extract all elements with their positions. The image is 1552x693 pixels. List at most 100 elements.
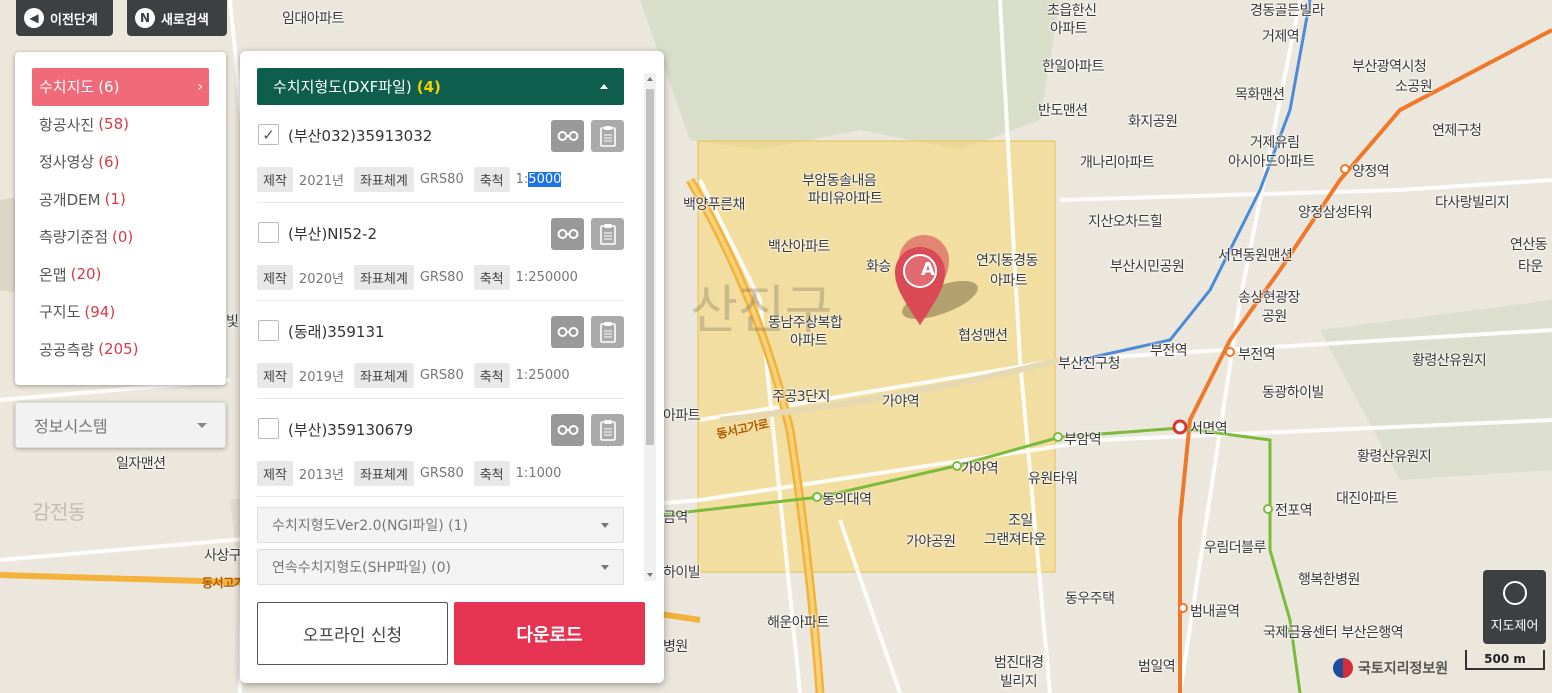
map-control-label: 지도제어 — [1490, 618, 1539, 634]
map-label: 아시아드아파트 — [1228, 154, 1315, 170]
map-label: 사상구 — [204, 548, 242, 564]
category-name: 항공사진 — [39, 115, 95, 134]
category-item-public-dem[interactable]: 공개DEM (1) — [32, 181, 209, 219]
category-item-control-point[interactable]: 측량기준점 (0) — [32, 218, 209, 256]
map-label: 범내골역 — [1190, 604, 1240, 620]
made-tag: 제작 — [257, 265, 293, 290]
category-item-public-survey[interactable]: 공공측량 (205) — [32, 331, 209, 369]
map-label: 하이빌 — [663, 565, 701, 581]
coord-value: GRS80 — [419, 172, 464, 187]
category-item-old-map[interactable]: 구지도 (94) — [32, 293, 209, 331]
category-item-aerial-photo[interactable]: 항공사진 (58) — [32, 106, 209, 144]
map-label: 거제유림 — [1250, 135, 1300, 151]
map-label: 부암동솔내음 — [802, 173, 877, 189]
district-label: 산진구 — [690, 281, 833, 341]
category-name: 공공측량 — [39, 340, 95, 359]
accordion-dxf-header[interactable]: 수치지형도(DXF파일) (4) — [257, 68, 624, 105]
detail-scroll-area[interactable]: 수치지형도(DXF파일) (4) ✓ (부산032)35913032 제작 202… — [257, 68, 624, 634]
coord-tag: 좌표체계 — [353, 363, 414, 388]
info-button[interactable] — [591, 218, 624, 250]
map-label: 해운아파트 — [767, 615, 829, 631]
coord-tag: 좌표체계 — [353, 265, 414, 290]
preview-button[interactable] — [551, 218, 584, 250]
map-entry: ✓ (부산032)35913032 제작 2021년 좌표체계 GRS80 축척 1:… — [257, 105, 624, 203]
info-button[interactable] — [591, 316, 624, 348]
map-label: 부산시민공원 — [1110, 259, 1185, 275]
made-year: 2013년 — [298, 468, 344, 483]
scrollbar-thumb[interactable] — [646, 89, 654, 445]
entry-checkbox[interactable] — [258, 418, 279, 439]
map-label: 빌리지 — [1000, 674, 1038, 690]
new-search-icon: N — [135, 8, 155, 28]
entry-checkbox[interactable] — [258, 320, 279, 341]
category-count: (1) — [104, 190, 126, 209]
prev-step-button[interactable]: ◀ 이전단계 — [16, 0, 113, 36]
entry-checkbox[interactable]: ✓ — [258, 124, 279, 145]
category-count: (205) — [98, 340, 139, 359]
scale-value: 1:1000 — [515, 466, 562, 481]
category-count: (20) — [70, 265, 102, 284]
new-search-button[interactable]: N 새로검색 — [127, 0, 227, 36]
info-button[interactable] — [591, 120, 624, 152]
map-label: 아파트 — [663, 408, 701, 424]
made-tag: 제작 — [257, 363, 293, 388]
map-label: 아파트 — [990, 273, 1028, 289]
info-system-select[interactable]: 정보시스템 — [15, 402, 226, 448]
map-label: 동우주택 — [1065, 591, 1115, 607]
preview-button[interactable] — [551, 414, 584, 446]
map-label: 부산광역시청 — [1352, 59, 1427, 75]
scroll-up-icon[interactable] — [647, 77, 653, 81]
map-label: 반도맨션 — [1038, 103, 1088, 119]
map-label: 가야역 — [882, 394, 920, 410]
made-year: 2021년 — [298, 174, 344, 189]
entry-name: (부산)359130679 — [288, 421, 414, 439]
chevron-right-icon: › — [197, 78, 203, 95]
preview-button[interactable] — [551, 316, 584, 348]
category-item-digital-map[interactable]: 수치지도 (6) › — [32, 68, 209, 106]
caret-down-icon — [197, 422, 207, 428]
entry-checkbox[interactable] — [258, 222, 279, 243]
detail-scrollbar[interactable] — [644, 73, 656, 581]
map-label: 공원 — [1262, 309, 1287, 325]
new-search-label: 새로검색 — [161, 12, 209, 28]
category-item-ortho-image[interactable]: 정사영상 (6) — [32, 143, 209, 181]
map-entry: (동래)359131 제작 2019년 좌표체계 GRS80 축척 1:25000 — [257, 301, 624, 399]
map-label: 백산아파트 — [768, 239, 830, 255]
info-button[interactable] — [591, 414, 624, 446]
map-label: 일자맨션 — [116, 456, 166, 472]
scale-value: 1:25000 — [515, 368, 570, 383]
entry-name: (동래)359131 — [288, 323, 385, 341]
map-label: 가야공원 — [906, 534, 956, 550]
map-control-button[interactable]: 지도제어 — [1483, 570, 1546, 644]
made-year: 2019년 — [298, 370, 344, 385]
prev-step-label: 이전단계 — [50, 12, 98, 28]
offline-request-button[interactable]: 오프라인 신청 — [257, 602, 448, 665]
map-label: 금역 — [663, 510, 688, 526]
map-label: 황령산유원지 — [1357, 449, 1432, 465]
category-name: 수치지도 — [39, 78, 95, 97]
map-label: 임대아파트 — [282, 11, 344, 27]
map-label: 황령산유원지 — [1412, 353, 1487, 369]
accordion-ngi-header[interactable]: 수치지형도Ver2.0(NGI파일) (1) — [257, 507, 624, 543]
category-name: 구지도 — [39, 303, 81, 322]
coord-tag: 좌표체계 — [353, 461, 414, 486]
scroll-down-icon[interactable] — [647, 573, 653, 577]
map-label: 개나리아파트 — [1080, 155, 1155, 171]
scale-tag: 축척 — [473, 265, 510, 290]
map-label: 한일아파트 — [1042, 59, 1104, 75]
scale-value: 1:250000 — [515, 270, 578, 285]
map-label: 백양푸른채 — [683, 197, 745, 213]
map-label: 빛 — [226, 314, 239, 330]
map-canvas[interactable]: A 임대아파트 초읍한신 아파트 한일아파트 반도맨션 경동골든빌라 거제역 부… — [0, 0, 1552, 693]
map-label: 동의대역 — [822, 492, 872, 508]
map-label: 국제금융센터 부산은행역 — [1263, 625, 1404, 641]
category-item-onmap[interactable]: 온맵 (20) — [32, 256, 209, 294]
map-label: 소공원 — [1395, 79, 1433, 95]
glasses-icon — [557, 327, 578, 337]
category-name: 온맵 — [39, 265, 67, 284]
map-label: 전포역 — [1275, 503, 1313, 519]
accordion-shp-header[interactable]: 연속수치지형도(SHP파일) (0) — [257, 549, 624, 585]
map-label: 타운 — [1518, 259, 1543, 275]
download-button[interactable]: 다운로드 — [454, 602, 645, 665]
preview-button[interactable] — [551, 120, 584, 152]
